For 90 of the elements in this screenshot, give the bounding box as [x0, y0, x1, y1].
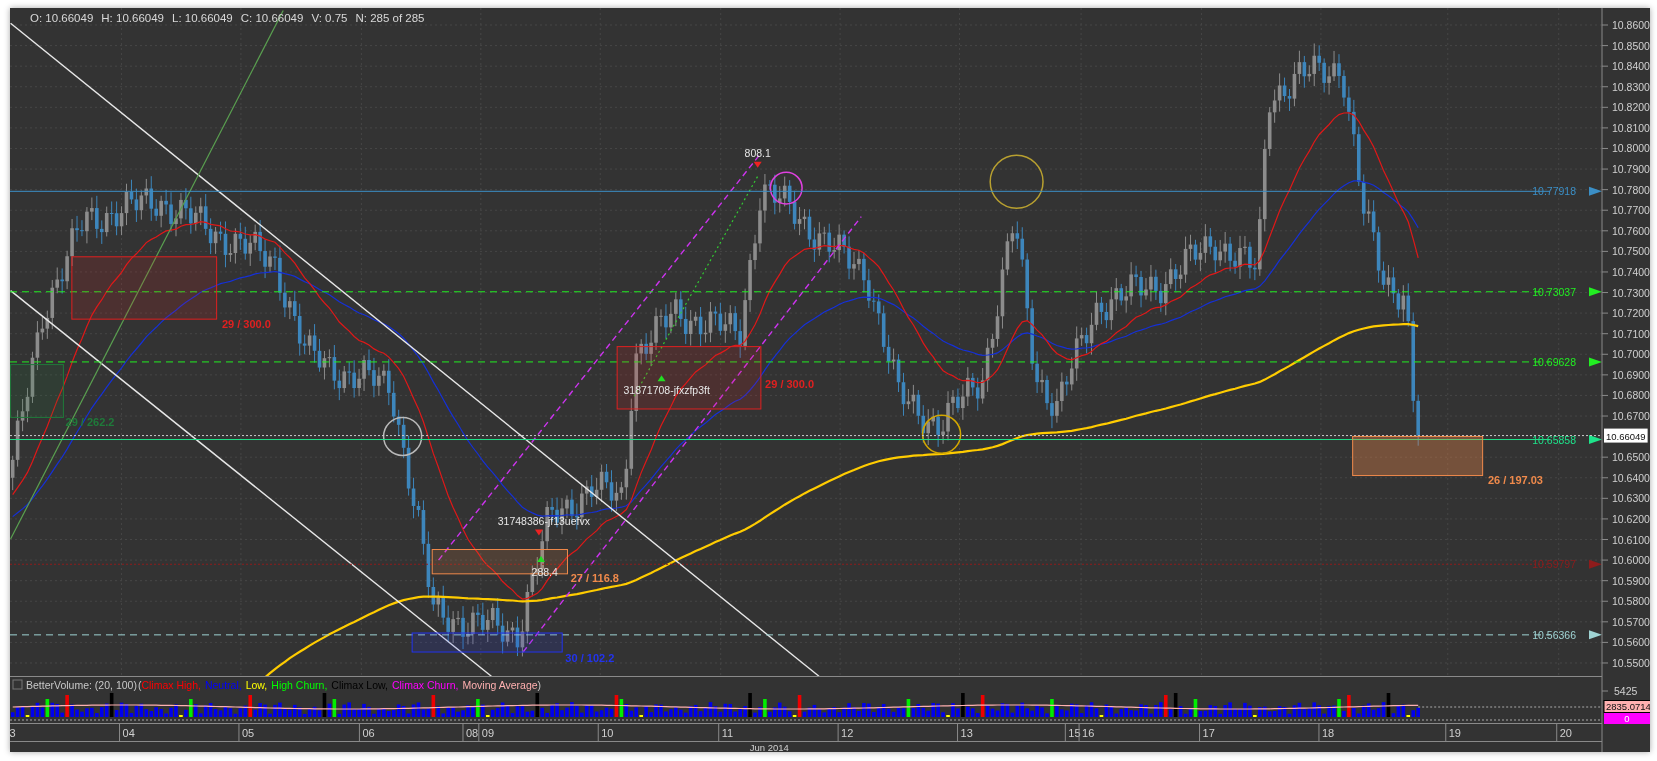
zone-label: 30 / 102.2 — [565, 651, 615, 664]
price-tick-label: 10.6400 — [1612, 471, 1650, 484]
price-tick-label: 10.8400 — [1612, 60, 1650, 73]
legend-item: Climax Churn, — [391, 679, 459, 691]
price-tick-label: 10.8200 — [1612, 101, 1650, 114]
price-tick-label: 10.7400 — [1612, 265, 1650, 278]
volume-badge: 0 — [1604, 713, 1650, 724]
date-label: 15 — [1068, 727, 1081, 739]
ohlc-value: H: 10.66049 — [101, 12, 164, 24]
triangle-icon — [537, 556, 546, 563]
legend-item: High Churn, — [271, 679, 328, 691]
triangle-icon — [534, 529, 543, 536]
date-label: 10 — [601, 727, 614, 739]
date-label: 08 — [465, 727, 479, 739]
tag-label: 31748386-jf13uefvx — [497, 515, 590, 528]
circle-marker — [382, 416, 423, 457]
level-label: 10.56366 — [1532, 628, 1576, 641]
price-tick-label: 10.7300 — [1612, 286, 1650, 299]
zone-label: 26 / 197.03 — [1487, 474, 1543, 486]
indicator-title: BetterVolume: (20, 100) — [26, 679, 137, 691]
circle-marker — [921, 414, 962, 455]
price-tick-label: 10.8600 — [1612, 19, 1650, 31]
average-badge: 2835.0714 — [1603, 700, 1650, 713]
price-tick-label: 10.5800 — [1612, 595, 1650, 608]
price-tick-label: 10.6000 — [1612, 554, 1650, 567]
circle-marker — [989, 154, 1044, 209]
price-tick-label: 10.8000 — [1612, 142, 1650, 155]
volume-tick-label: 5425 — [1614, 685, 1638, 697]
close-icon[interactable] — [12, 679, 23, 690]
price-tick-label: 10.5500 — [1612, 657, 1650, 669]
price-tick-label: 10.6800 — [1612, 389, 1650, 402]
price-tick-label: 10.7100 — [1612, 327, 1650, 340]
price-tick-label: 10.5600 — [1612, 636, 1650, 649]
zone-label: 29 / 300.0 — [765, 377, 815, 390]
zone-box — [10, 364, 64, 418]
price-tick-label: 10.5700 — [1612, 615, 1650, 628]
price-tick-label: 10.7500 — [1612, 245, 1650, 258]
ohlc-value: O: 10.66049 — [30, 12, 94, 24]
legend-paren: ( — [137, 679, 142, 691]
zone-label: 27 / 116.8 — [570, 572, 619, 585]
price-tick-label: 10.6900 — [1612, 368, 1650, 381]
level-label: 10.73037 — [1532, 285, 1576, 298]
date-label: 3 — [10, 727, 16, 739]
price-tick-label: 10.6300 — [1612, 492, 1650, 505]
price-tick-label: 10.8300 — [1612, 80, 1650, 93]
level-label: 10.77918 — [1532, 185, 1576, 198]
month-label: Jun 2014 — [749, 742, 789, 752]
legend-item: Neutral, — [204, 679, 242, 691]
ohlc-value: L: 10.66049 — [172, 12, 233, 24]
ohlc-value: N: 285 of 285 — [355, 12, 425, 24]
price-tick-label: 10.6100 — [1612, 533, 1650, 546]
price-tick-label: 10.7200 — [1612, 307, 1650, 320]
date-label: 13 — [960, 727, 973, 739]
price-tick-label: 10.6700 — [1612, 410, 1650, 422]
date-label: 05 — [241, 727, 255, 739]
price-badge: 10.66049 — [1604, 428, 1648, 443]
price-tick-label: 10.8500 — [1612, 39, 1650, 52]
date-label: 17 — [1202, 727, 1215, 739]
date-label: 04 — [122, 727, 135, 739]
price-tick-label: 10.6200 — [1612, 512, 1650, 525]
date-label: 19 — [1448, 727, 1461, 739]
price-tick-label: 10.7800 — [1612, 183, 1650, 196]
date-label: 12 — [841, 727, 854, 739]
price-tick-label: 10.8100 — [1612, 121, 1650, 134]
price-tick-label: 10.7000 — [1612, 348, 1650, 361]
zone-label: 29 / 300.0 — [221, 317, 271, 330]
legend-item: Climax High, — [141, 679, 201, 691]
level-label: 10.65858 — [1532, 433, 1576, 446]
price-tick-label: 10.7900 — [1612, 163, 1650, 176]
date-label: 16 — [1082, 727, 1095, 739]
level-label: 10.69628 — [1532, 355, 1576, 368]
circle-marker — [769, 171, 803, 205]
date-label: 09 — [481, 727, 495, 739]
price-tick-label: 10.7700 — [1612, 204, 1650, 217]
ohlc-value: C: 10.66049 — [240, 12, 304, 24]
date-label: 18 — [1321, 727, 1335, 739]
price-tick-label: 10.7600 — [1612, 224, 1650, 237]
date-label: 20 — [1559, 727, 1572, 739]
ohlc-value: V: 0.75 — [311, 12, 348, 24]
price-tick-label: 10.6500 — [1612, 451, 1650, 464]
price-tick-label: 10.5900 — [1612, 574, 1650, 587]
triangle-icon — [657, 375, 666, 382]
legend-item: Moving Average — [462, 679, 538, 691]
triangle-icon — [753, 161, 762, 168]
level-label: 10.59797 — [1532, 558, 1576, 571]
legend-item: Low, — [245, 679, 268, 691]
date-label: 06 — [362, 727, 375, 739]
tag-label: 808.1 — [744, 147, 771, 160]
date-label: 11 — [721, 727, 734, 739]
legend-paren: ) — [537, 679, 542, 691]
